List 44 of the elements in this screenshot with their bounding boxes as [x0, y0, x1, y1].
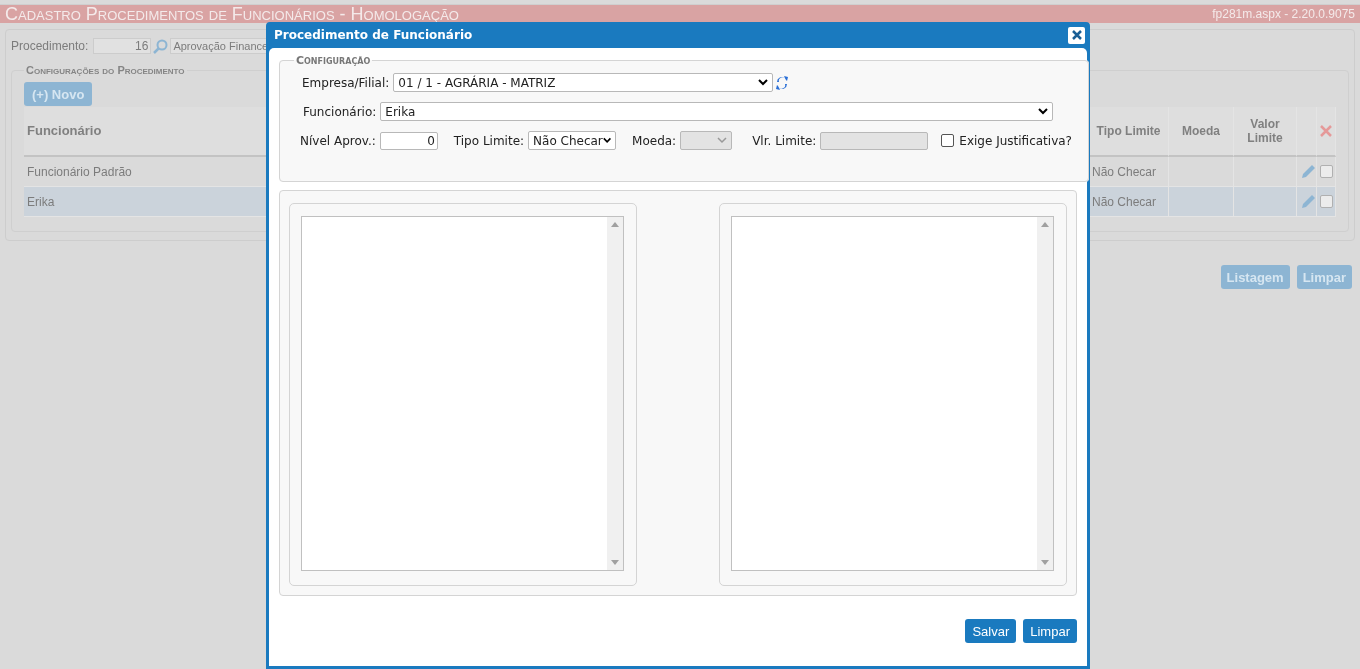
pencil-icon: [1300, 163, 1316, 180]
input-field[interactable]: 0: [379, 131, 438, 150]
down-arrow-icon: [1041, 560, 1049, 565]
version-label: fp281m.aspx - 2.20.0.9075: [1212, 7, 1355, 21]
section-legend: Configuração: [294, 54, 373, 67]
row-checkbox[interactable]: [1320, 165, 1333, 178]
checkbox[interactable]: [941, 134, 955, 147]
company-select[interactable]: 01 / 1 - AGRÁRIA - MATRIZ: [393, 73, 774, 92]
refresh-icon: [774, 74, 791, 91]
caret-icon: [717, 137, 728, 144]
table-cell: Não Checar: [1089, 187, 1169, 217]
down-arrow-icon: [611, 560, 619, 565]
column-header: Moeda: [1169, 107, 1234, 157]
column-header: Valor Limite: [1234, 107, 1297, 157]
field-label: Empresa/Filial:: [302, 75, 390, 90]
action-button[interactable]: Limpar: [1023, 619, 1077, 643]
caret-icon: [602, 137, 612, 144]
up-arrow-icon: [611, 222, 619, 227]
close-button[interactable]: [1068, 26, 1085, 44]
field-label: Procedimento:: [11, 39, 89, 53]
row-checkbox[interactable]: [1320, 195, 1333, 208]
field-label: Vlr. Limite:: [752, 133, 817, 148]
search-icon: [153, 38, 169, 54]
page-title: Cadastro Procedimentos de Funcionários - Homologação: [5, 5, 459, 23]
field-label: Nível Aprov.:: [300, 133, 376, 148]
caret-icon: [1038, 108, 1049, 115]
close-icon: [1071, 30, 1082, 40]
limit-type-select[interactable]: Não Checar: [528, 131, 617, 150]
delete-icon: [1320, 125, 1332, 137]
scrollbar[interactable]: [607, 217, 623, 570]
field-label: Moeda:: [632, 133, 677, 148]
column-header: Tipo Limite: [1089, 107, 1169, 157]
field-label: Exige Justificativa?: [959, 133, 1072, 148]
dialog-title: Procedimento de Funcionário: [274, 28, 473, 42]
employee-select[interactable]: Erika: [380, 102, 1054, 121]
section-legend: Configurações do Procedimento: [24, 64, 187, 76]
code-field[interactable]: 16: [93, 38, 152, 54]
field-label: Funcionário:: [303, 104, 377, 119]
table-cell: [1169, 187, 1234, 217]
scrollbar[interactable]: [1037, 217, 1053, 570]
action-button[interactable]: Salvar: [965, 619, 1017, 643]
field-label: Tipo Limite:: [453, 133, 525, 148]
caret-icon: [758, 79, 769, 86]
up-arrow-icon: [1041, 222, 1049, 227]
